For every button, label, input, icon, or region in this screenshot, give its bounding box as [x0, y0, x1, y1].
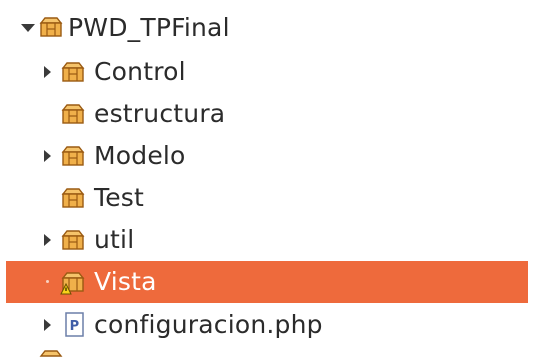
- package-folder-icon: [61, 62, 85, 82]
- tree-row-configuracion-php[interactable]: P configuracion.php: [6, 305, 528, 345]
- package-folder-icon: [61, 230, 85, 250]
- tree-row-partial[interactable]: [6, 347, 528, 358]
- package-folder-icon: [39, 350, 63, 357]
- package-folder-icon: [61, 188, 85, 208]
- expand-right-arrow-icon[interactable]: [44, 319, 51, 331]
- tree-row-estructura[interactable]: estructura: [6, 94, 528, 134]
- tree-row-test[interactable]: Test: [6, 178, 528, 218]
- tree-row-label: Vista: [94, 267, 157, 296]
- tree-row-label: util: [94, 225, 135, 254]
- tree-row-vista[interactable]: Vista: [6, 261, 528, 303]
- package-folder-icon: [61, 104, 85, 124]
- tree-row-control[interactable]: Control: [6, 52, 528, 92]
- tree-row-label: configuracion.php: [94, 310, 323, 339]
- tree-row-label: PWD_TPFinal: [68, 13, 230, 42]
- package-folder-icon: [61, 146, 85, 166]
- tree-row-label: estructura: [94, 99, 226, 128]
- expand-down-arrow-icon[interactable]: [21, 24, 35, 32]
- svg-text:P: P: [70, 319, 80, 334]
- expand-right-arrow-icon[interactable]: [44, 234, 51, 246]
- php-file-icon: P: [65, 312, 84, 337]
- project-explorer-tree: PWD_TPFinal Control estructura Modelo Te…: [0, 0, 536, 358]
- expand-right-arrow-icon[interactable]: [46, 280, 49, 283]
- package-folder-warning-icon: [60, 272, 85, 295]
- tree-row-label: Control: [94, 57, 186, 86]
- expand-right-arrow-icon[interactable]: [44, 150, 51, 162]
- tree-row-label: Modelo: [94, 141, 186, 170]
- tree-row-root[interactable]: PWD_TPFinal: [6, 8, 528, 48]
- tree-row-label: Test: [94, 183, 145, 212]
- package-folder-icon: [39, 17, 63, 37]
- tree-row-modelo[interactable]: Modelo: [6, 136, 528, 176]
- tree-row-util[interactable]: util: [6, 220, 528, 260]
- expand-right-arrow-icon[interactable]: [44, 66, 51, 78]
